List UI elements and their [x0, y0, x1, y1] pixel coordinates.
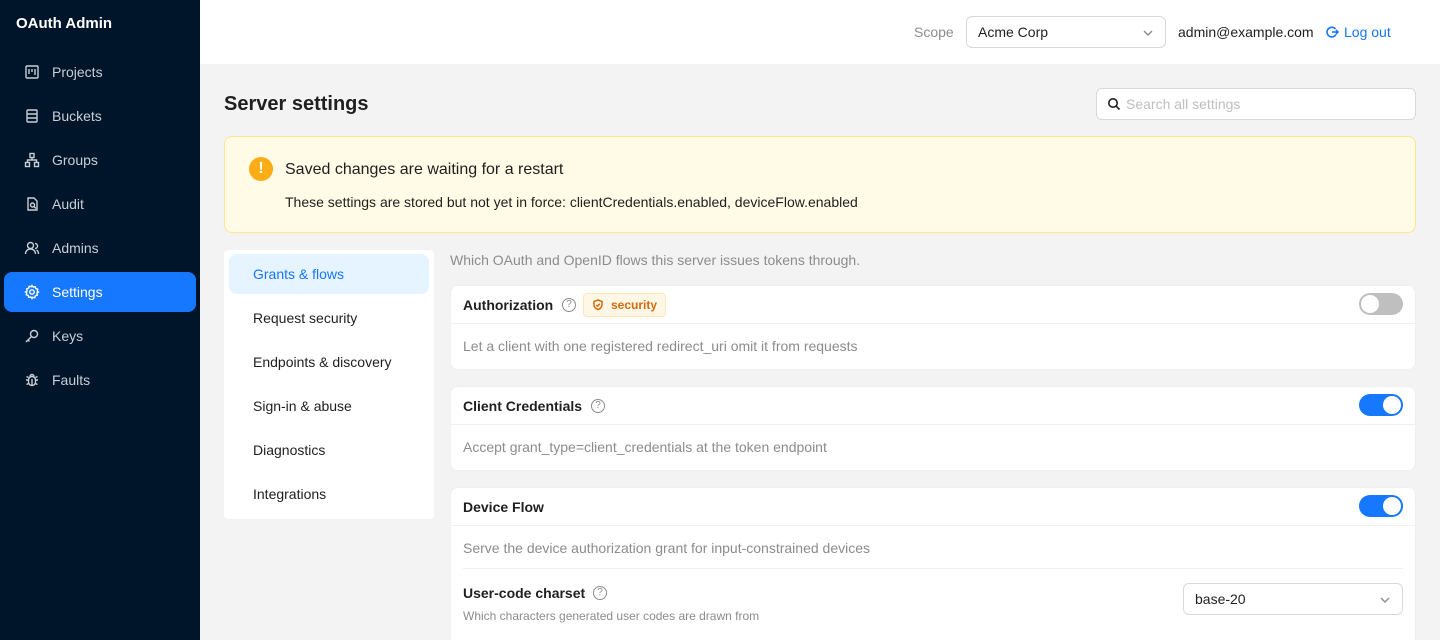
- sidebar-nav: Projects Buckets Groups Audit Admins Set…: [4, 52, 196, 404]
- setting-card-device-flow: Device Flow Serve the device authorizati…: [450, 487, 1416, 640]
- sidebar-item-keys[interactable]: Keys: [4, 316, 196, 356]
- alert-title: Saved changes are waiting for a restart: [285, 161, 564, 178]
- setting-description: Let a client with one registered redirec…: [463, 338, 858, 354]
- sidebar-item-admins[interactable]: Admins: [4, 228, 196, 268]
- category-diagnostics[interactable]: Diagnostics: [229, 430, 429, 470]
- key-icon: [24, 328, 40, 344]
- sidebar-item-label: Faults: [52, 372, 91, 388]
- projects-icon: [24, 64, 40, 80]
- client-credentials-toggle[interactable]: [1359, 394, 1403, 416]
- sidebar-item-buckets[interactable]: Buckets: [4, 96, 196, 136]
- setting-card-header: Device Flow: [451, 488, 1415, 526]
- app-title: OAuth Admin: [16, 15, 113, 32]
- section-description: Which OAuth and OpenID flows this server…: [450, 252, 861, 268]
- help-icon[interactable]: ?: [562, 298, 576, 312]
- help-icon[interactable]: ?: [593, 586, 607, 600]
- sidebar-item-label: Settings: [52, 284, 103, 300]
- sidebar-item-label: Groups: [52, 152, 98, 168]
- tag-label: security: [611, 298, 658, 312]
- search-icon: [1108, 98, 1121, 111]
- user-email: admin@example.com: [1178, 24, 1314, 40]
- scope-select[interactable]: Acme Corp: [966, 16, 1166, 48]
- toggle-knob: [1361, 295, 1379, 313]
- sidebar-item-label: Buckets: [52, 108, 102, 124]
- buckets-icon: [24, 108, 40, 124]
- scope-value: Acme Corp: [978, 24, 1049, 40]
- authorization-toggle[interactable]: [1359, 293, 1403, 315]
- setting-description: Serve the device authorization grant for…: [463, 540, 871, 556]
- device-flow-toggle[interactable]: [1359, 495, 1403, 517]
- user-code-charset-select[interactable]: base-20: [1183, 583, 1403, 615]
- gear-icon: [24, 284, 40, 300]
- shield-icon: [593, 299, 603, 311]
- subsetting-title: User-code charset: [463, 585, 586, 601]
- category-integrations[interactable]: Integrations: [229, 474, 429, 514]
- subsetting-description: Which characters generated user codes ar…: [463, 609, 760, 623]
- admins-icon: [24, 240, 40, 256]
- sidebar-item-faults[interactable]: Faults: [4, 360, 196, 400]
- setting-description: Accept grant_type=client_credentials at …: [463, 439, 827, 455]
- sidebar-item-label: Audit: [52, 196, 84, 212]
- sidebar: OAuth Admin Projects Buckets Groups Audi…: [0, 0, 200, 640]
- category-sign-in-abuse[interactable]: Sign-in & abuse: [229, 386, 429, 426]
- sidebar-item-label: Keys: [52, 328, 84, 344]
- setting-card-authorization: Authorization ? security Let a client wi…: [450, 285, 1416, 370]
- sidebar-item-label: Admins: [52, 240, 99, 256]
- toggle-knob: [1383, 396, 1401, 414]
- setting-card-client-credentials: Client Credentials ? Accept grant_type=c…: [450, 386, 1416, 471]
- category-endpoints-discovery[interactable]: Endpoints & discovery: [229, 342, 429, 382]
- search-input[interactable]: [1126, 94, 1406, 114]
- setting-card-header: Client Credentials ?: [451, 387, 1415, 425]
- alert-description: These settings are stored but not yet in…: [285, 194, 858, 210]
- security-tag: security: [583, 293, 667, 317]
- setting-title: Client Credentials: [463, 398, 583, 414]
- select-value: base-20: [1195, 591, 1246, 607]
- sidebar-item-settings[interactable]: Settings: [4, 272, 196, 312]
- chevron-down-icon: [1142, 26, 1154, 38]
- user-code-charset-row: User-code charset ? Which characters gen…: [463, 568, 1403, 636]
- top-header: Scope Acme Corp admin@example.com Log ou…: [200, 0, 1440, 64]
- page-title: Server settings: [224, 93, 369, 115]
- settings-category-nav: Grants & flows Request security Endpoint…: [224, 250, 434, 519]
- setting-card-header: Authorization ? security: [451, 286, 1415, 324]
- toggle-knob: [1383, 497, 1401, 515]
- scope-label: Scope: [914, 24, 954, 40]
- setting-title: Authorization: [463, 297, 554, 313]
- sidebar-item-label: Projects: [52, 64, 103, 80]
- chevron-down-icon: [1379, 593, 1391, 605]
- warning-icon: !: [249, 157, 273, 181]
- sidebar-item-groups[interactable]: Groups: [4, 140, 196, 180]
- bug-icon: [24, 372, 40, 388]
- logout-icon: [1326, 26, 1339, 38]
- settings-search: [1096, 88, 1416, 120]
- audit-icon: [24, 196, 40, 212]
- logout-label: Log out: [1344, 24, 1391, 40]
- help-icon[interactable]: ?: [591, 399, 605, 413]
- groups-icon: [24, 152, 40, 168]
- sidebar-item-audit[interactable]: Audit: [4, 184, 196, 224]
- setting-title: Device Flow: [463, 499, 544, 515]
- category-request-security[interactable]: Request security: [229, 298, 429, 338]
- logout-link[interactable]: Log out: [1325, 24, 1391, 40]
- category-grants-flows[interactable]: Grants & flows: [229, 254, 429, 294]
- sidebar-item-projects[interactable]: Projects: [4, 52, 196, 92]
- restart-alert: ! Saved changes are waiting for a restar…: [224, 136, 1416, 233]
